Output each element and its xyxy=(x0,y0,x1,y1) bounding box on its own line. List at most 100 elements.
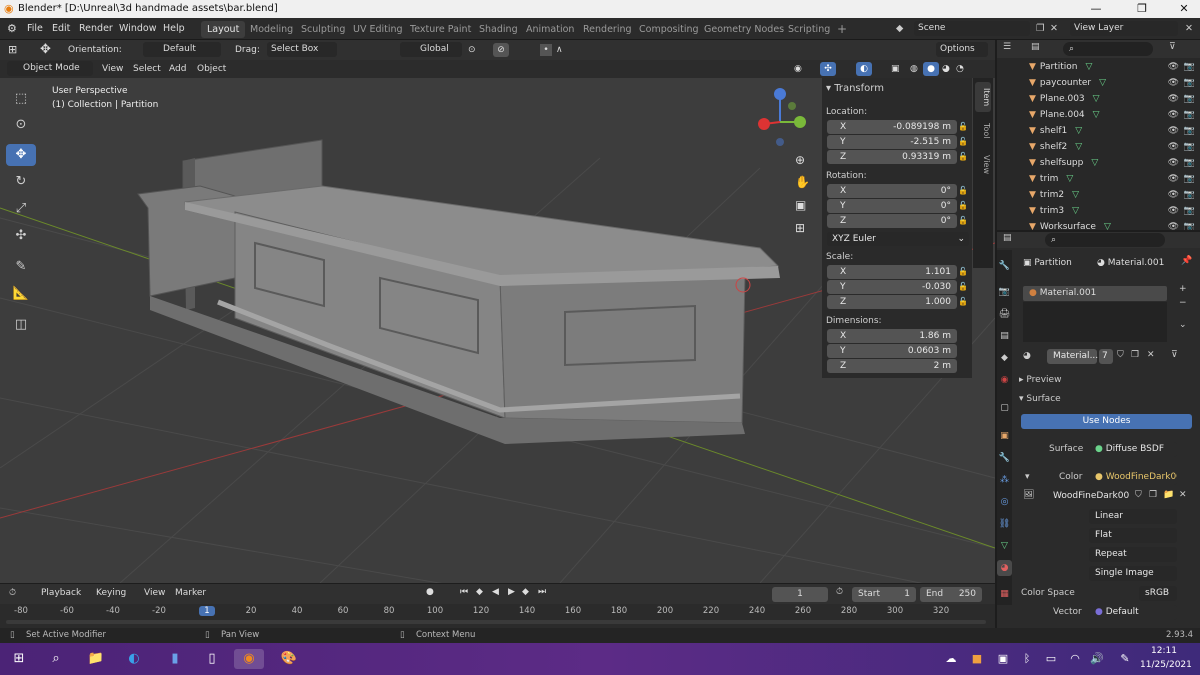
wifi-icon[interactable]: ◠ xyxy=(1064,649,1086,669)
cursor-tool-icon[interactable]: ⊙ xyxy=(6,114,36,136)
dimensions-z-field[interactable]: Z2 m xyxy=(827,359,957,373)
gizmo-toggle-icon[interactable]: ✣ xyxy=(820,62,836,76)
filter-icon[interactable]: ⊽ xyxy=(1169,42,1176,52)
battery-icon[interactable]: ▭ xyxy=(1040,649,1062,669)
close-button[interactable]: ✕ xyxy=(1168,0,1200,18)
properties-search-input[interactable]: ⌕ xyxy=(1045,233,1165,247)
blender-taskbar-icon[interactable]: ◉ xyxy=(234,649,264,669)
pin-icon[interactable]: 📌 xyxy=(1181,256,1192,266)
timeline-menu-marker[interactable]: Marker xyxy=(175,588,206,598)
material-slot-item[interactable]: ● Material.001 xyxy=(1023,286,1167,301)
lock-icon[interactable]: 🔓 xyxy=(958,152,968,161)
notepad-icon[interactable]: ▯ xyxy=(201,649,223,669)
remove-slot-icon[interactable]: − xyxy=(1179,298,1187,308)
lock-icon[interactable]: 🔓 xyxy=(958,186,968,195)
location-x-field[interactable]: X -0.089198 m xyxy=(827,120,957,134)
clock-date[interactable]: 11/25/2021 xyxy=(1140,660,1192,670)
collection-tab-icon[interactable]: ▢ xyxy=(997,400,1012,416)
display-mode-icon[interactable]: ▤ xyxy=(1031,42,1040,52)
timeline-scrollbar[interactable] xyxy=(6,620,986,624)
image-name-field[interactable]: WoodFineDark00... xyxy=(1047,489,1129,504)
surface-shader-field[interactable]: ● Diffuse BSDF xyxy=(1089,442,1177,457)
workspace-tab-uv-editing[interactable]: UV Editing xyxy=(347,21,409,38)
tab-tool[interactable]: Tool xyxy=(975,118,991,144)
use-nodes-button[interactable]: Use Nodes xyxy=(1021,414,1192,429)
view-layer-selector[interactable]: View Layer xyxy=(1070,21,1178,36)
outliner-item[interactable]: ▼ trim ▽ 👁 📷 xyxy=(1029,172,1199,187)
scene-selector[interactable]: Scene xyxy=(914,21,1030,36)
menu-render[interactable]: Render xyxy=(79,18,113,40)
image-new-icon[interactable]: ❐ xyxy=(1149,490,1157,500)
display-icon[interactable]: ▣ xyxy=(992,649,1014,669)
rotation-mode-dropdown[interactable]: XYZ Euler ⌄ xyxy=(827,232,969,246)
color-expand-icon[interactable]: ▾ xyxy=(1025,470,1030,485)
jump-end-button[interactable]: ⏭ xyxy=(538,587,546,597)
image-open-icon[interactable]: 📁 xyxy=(1163,490,1174,500)
camera-icon[interactable]: 📷 xyxy=(1184,140,1195,155)
outliner-item[interactable]: ▼ paycounter ▽ 👁 📷 xyxy=(1029,76,1199,91)
output-tab-icon[interactable]: 🖨 xyxy=(997,306,1012,322)
viewport-menu-add[interactable]: Add xyxy=(169,60,186,78)
image-fake-user-icon[interactable]: ⛉ xyxy=(1135,490,1142,500)
eye-icon[interactable]: 👁 xyxy=(1168,60,1179,75)
file-explorer-icon[interactable]: 📁 xyxy=(85,649,107,669)
options-dropdown[interactable]: Options xyxy=(936,42,988,57)
material-browse-icon[interactable]: ◕ xyxy=(1023,351,1031,361)
camera-icon[interactable]: 📷 xyxy=(1184,172,1195,187)
camera-icon[interactable]: 📷 xyxy=(1184,108,1195,123)
clock-icon[interactable]: ⏱ xyxy=(836,587,843,597)
copy-icon[interactable]: ❐ xyxy=(1036,18,1045,40)
dimensions-x-field[interactable]: X 1.86 m xyxy=(827,329,957,343)
lock-icon[interactable]: 🔓 xyxy=(958,297,968,306)
close-scene-icon[interactable]: ✕ xyxy=(1050,18,1058,40)
workspace-tab-scripting[interactable]: Scripting xyxy=(782,21,836,38)
workspace-tab-shading[interactable]: Shading xyxy=(473,21,524,38)
timeline-scrubber[interactable]: -80 -60 -40 -20 1 20 40 60 80 100 120 14… xyxy=(0,604,995,628)
editor-type-icon[interactable]: ⊞ xyxy=(8,40,17,60)
vector-input-field[interactable]: ● Default xyxy=(1089,605,1177,620)
wireframe-shading-icon[interactable]: ◍ xyxy=(910,60,918,78)
playhead-frame-indicator[interactable]: 1 xyxy=(199,606,215,616)
blender-menu-icon[interactable]: ⚙ xyxy=(7,18,17,40)
camera-view-icon[interactable]: ▣ xyxy=(795,198,806,212)
workspace-tab-rendering[interactable]: Rendering xyxy=(577,21,638,38)
camera-icon[interactable]: 📷 xyxy=(1184,92,1195,107)
eye-icon[interactable]: 👁 xyxy=(1168,172,1179,187)
timeline-menu-playback[interactable]: Playback xyxy=(41,588,81,598)
scale-z-field[interactable]: Z 1.000 xyxy=(827,295,957,309)
outliner-search-input[interactable]: ⌕ xyxy=(1063,42,1153,56)
select-box-tool-icon[interactable]: ⬚ xyxy=(6,88,36,110)
outliner-item[interactable]: ▼ trim2 ▽ 👁 📷 xyxy=(1029,188,1199,203)
material-name-field[interactable]: Material... xyxy=(1047,349,1098,364)
falloff-icon[interactable]: ∧ xyxy=(556,40,563,60)
material-users-count[interactable]: 7 xyxy=(1099,349,1113,364)
rotation-x-field[interactable]: X 0° xyxy=(827,184,957,198)
measure-tool-icon[interactable]: 📐 xyxy=(6,283,36,305)
camera-icon[interactable]: 📷 xyxy=(1184,188,1195,203)
preview-panel-header[interactable]: ▸ Preview xyxy=(1019,373,1061,388)
zoom-icon[interactable]: ⊕ xyxy=(795,153,805,167)
outliner-editor-icon[interactable]: ☰ xyxy=(1003,42,1011,52)
camera-icon[interactable]: 📷 xyxy=(1184,76,1195,91)
transform-pivot-icon[interactable]: ✥ xyxy=(40,40,51,60)
play-button[interactable]: ▶ xyxy=(508,587,515,597)
outliner-item[interactable]: ▼ trim3 ▽ 👁 📷 xyxy=(1029,204,1199,219)
snap-icon[interactable]: ⊘ xyxy=(493,43,509,57)
scale-tool-icon[interactable]: ⤢ xyxy=(6,198,36,220)
image-unlink-icon[interactable]: ✕ xyxy=(1179,490,1187,500)
xray-icon[interactable]: ▣ xyxy=(891,60,900,78)
eye-icon[interactable]: 👁 xyxy=(1168,92,1179,107)
outliner-item[interactable]: ▼ shelf2 ▽ 👁 📷 xyxy=(1029,140,1199,155)
add-slot-icon[interactable]: + xyxy=(1179,284,1187,294)
particles-tab-icon[interactable]: ⁂ xyxy=(997,472,1012,488)
workspace-tab-compositing[interactable]: Compositing xyxy=(633,21,705,38)
material-filter-icon[interactable]: ⊽ xyxy=(1171,350,1178,360)
start-frame-field[interactable]: Start 1 xyxy=(852,587,916,602)
menu-file[interactable]: File xyxy=(27,18,43,40)
fake-user-icon[interactable]: ⛉ xyxy=(1117,350,1124,360)
lock-icon[interactable]: 🔓 xyxy=(958,201,968,210)
volume-icon[interactable]: 🔊 xyxy=(1086,649,1108,669)
outliner-item[interactable]: ▼ Partition ▽ 👁 📷 xyxy=(1029,60,1199,75)
data-tab-icon[interactable]: ▽ xyxy=(997,538,1012,554)
duplicate-icon[interactable]: ❐ xyxy=(1131,350,1139,360)
